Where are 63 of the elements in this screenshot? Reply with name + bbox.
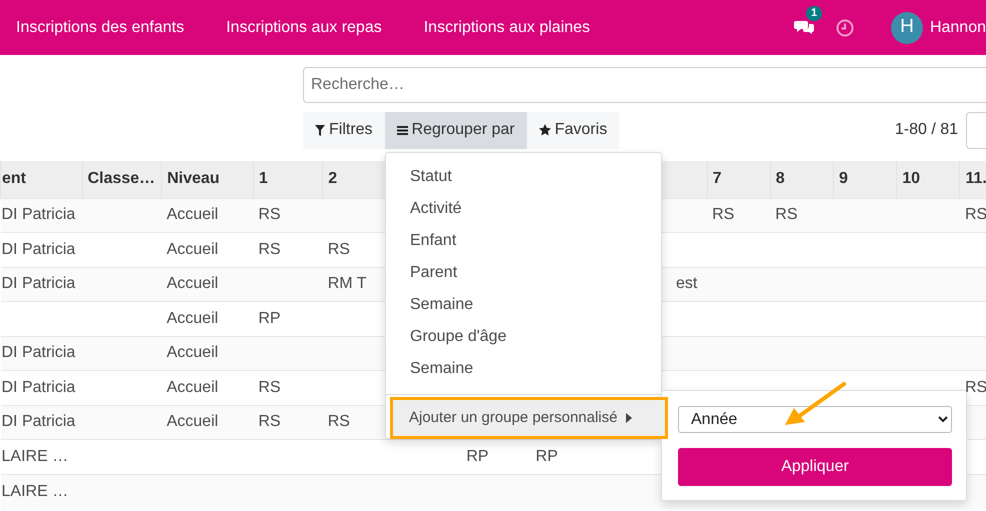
table-cell: RS: [258, 240, 281, 258]
table-cell: LAIRE …: [2, 448, 68, 465]
menu-item[interactable]: Enfant: [386, 225, 661, 257]
table-cell: Accueil: [166, 206, 218, 224]
toolbar-button[interactable]: Favoris: [526, 112, 620, 148]
table-cell: DI Patricia: [2, 206, 76, 224]
clock-icon[interactable]: [836, 18, 854, 36]
message-count-badge: 1: [806, 6, 822, 20]
table-cell: Accueil: [166, 344, 218, 362]
table-cell: RM T: [328, 275, 366, 292]
table-cell: RS: [258, 206, 281, 224]
nav-link[interactable]: Inscriptions aux plaines: [424, 16, 590, 40]
table-cell: Accueil: [166, 413, 218, 430]
column-header[interactable]: 1: [258, 170, 268, 188]
table-cell: DI Patricia: [2, 413, 76, 430]
list-icon: [396, 125, 408, 135]
table-cell: DI Patricia: [2, 275, 76, 292]
table-cell: RS: [712, 206, 734, 224]
pager-text: 1-80 / 81: [894, 120, 958, 140]
menu-item[interactable]: Statut: [386, 161, 661, 193]
table-cell: DI Patricia: [2, 240, 76, 258]
table-cell: est: [676, 275, 698, 292]
column-header[interactable]: 9: [839, 170, 848, 188]
pager-button[interactable]: [966, 112, 986, 148]
menu-item[interactable]: Activité: [386, 193, 661, 225]
filter-icon: [315, 124, 325, 136]
avatar[interactable]: H: [890, 12, 923, 44]
table-cell: LAIRE …: [2, 482, 68, 500]
nav-link[interactable]: Inscriptions aux repas: [226, 16, 382, 40]
table-cell: DI Patricia: [2, 344, 76, 362]
table-cell: Accueil: [166, 310, 218, 327]
star-icon: [538, 124, 551, 136]
apply-button[interactable]: Appliquer: [678, 448, 952, 486]
menu-item[interactable]: Groupe d'âge: [386, 321, 661, 353]
table-cell: RP: [536, 448, 558, 465]
table-cell: RP: [466, 448, 489, 465]
table-cell: RP: [258, 310, 281, 327]
table-cell: RS: [328, 240, 350, 258]
column-header[interactable]: 2: [328, 170, 338, 188]
year-select[interactable]: Année: [678, 406, 952, 433]
user-name[interactable]: Hannon: [930, 16, 986, 40]
menu-item[interactable]: Semaine: [386, 289, 661, 321]
caret-icon: [626, 413, 632, 423]
table-cell: RS: [258, 378, 281, 396]
column-header[interactable]: 8: [776, 170, 785, 188]
column-header[interactable]: 7: [712, 170, 722, 188]
toolbar-button[interactable]: Filtres: [303, 112, 385, 148]
nav-link[interactable]: Inscriptions des enfants: [16, 16, 184, 40]
chat-icon[interactable]: [794, 19, 814, 36]
column-header[interactable]: 10: [902, 170, 920, 188]
column-header[interactable]: ent: [2, 170, 26, 188]
toolbar-button[interactable]: Regrouper par: [384, 112, 527, 148]
table-cell: Accueil: [166, 378, 218, 396]
table-cell: DI Patricia: [2, 378, 76, 396]
menu-item[interactable]: Semaine: [386, 353, 661, 385]
table-cell: RS: [775, 206, 798, 224]
menu-item[interactable]: Ajouter un groupe personnalisé: [390, 397, 668, 439]
table-cell: Accueil: [166, 240, 218, 258]
table-cell: Accueil: [166, 275, 218, 292]
table-cell: RS: [258, 413, 281, 430]
menu-item[interactable]: Parent: [386, 257, 661, 289]
search-field[interactable]: Recherche…: [303, 67, 986, 103]
table-cell: RS: [328, 413, 350, 430]
